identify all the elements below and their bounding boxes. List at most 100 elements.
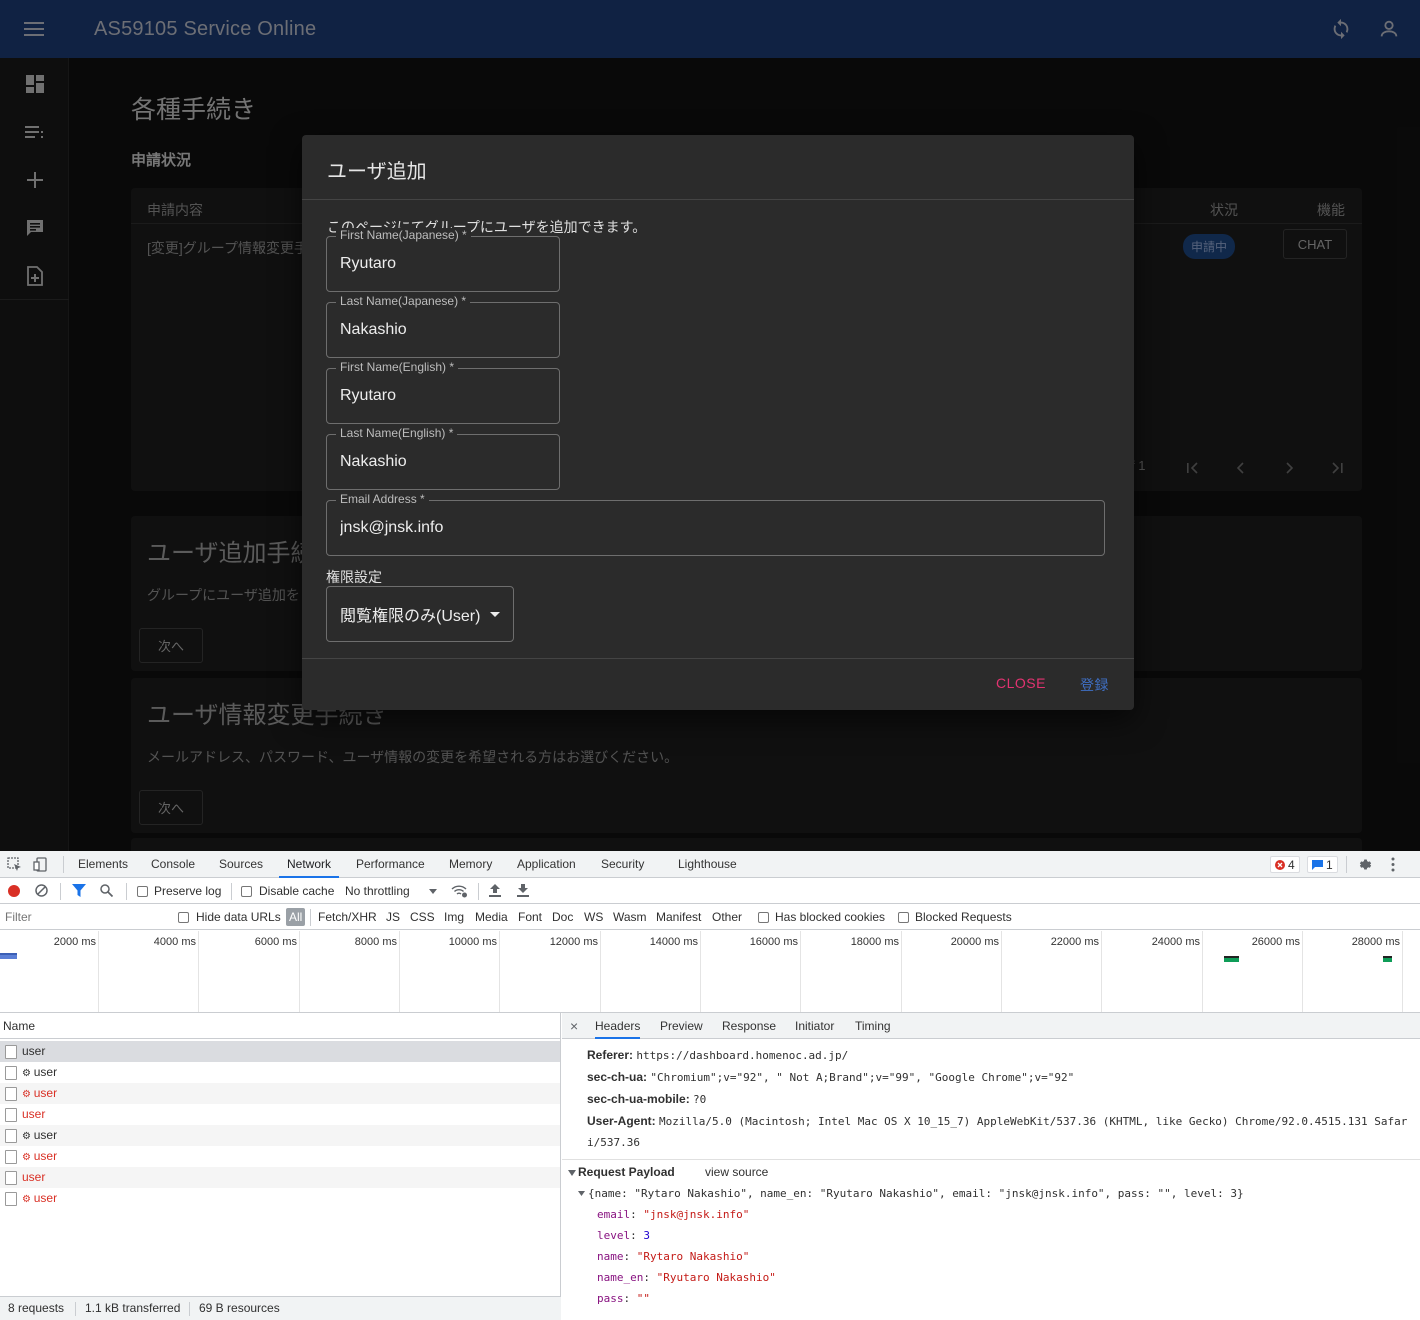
- submit-button[interactable]: 登録: [1080, 675, 1109, 695]
- timeline-gridline: [800, 931, 801, 1012]
- header-value: "Chromium";v="92", " Not A;Brand";v="99"…: [650, 1071, 1075, 1084]
- record-icon[interactable]: [8, 885, 20, 897]
- email-field: Email Address *: [326, 492, 1105, 556]
- hide-data-urls-label: Hide data URLs: [196, 910, 281, 924]
- blocked-requests-checkbox[interactable]: [898, 912, 909, 923]
- section-divider: [562, 1159, 1420, 1160]
- payload-property: pass: "": [597, 1292, 650, 1305]
- expand-triangle-icon[interactable]: [578, 1191, 585, 1196]
- timeline-gridline: [600, 931, 601, 1012]
- request-count: 8 requests: [8, 1301, 65, 1315]
- request-name: user: [33, 1065, 58, 1079]
- close-detail-icon[interactable]: ×: [570, 1018, 578, 1034]
- has-blocked-cookies-checkbox[interactable]: [758, 912, 769, 923]
- detail-tab-initiator[interactable]: Initiator: [795, 1013, 834, 1039]
- request-row[interactable]: ⚙ user: [0, 1188, 560, 1209]
- clear-icon[interactable]: [35, 884, 48, 900]
- request-name: user: [33, 1086, 58, 1100]
- preserve-log-checkbox[interactable]: [137, 886, 148, 897]
- payload-value: "jnsk@jnsk.info": [643, 1208, 750, 1221]
- type-filter-img[interactable]: Img: [444, 910, 464, 924]
- network-status-bar: 8 requests 1.1 kB transferred 69 B resou…: [0, 1296, 561, 1320]
- export-har-icon[interactable]: [517, 884, 529, 900]
- request-row[interactable]: ⚙ user: [0, 1125, 560, 1146]
- last-name-japanese-input[interactable]: [340, 303, 546, 357]
- toolbar-separator: [60, 883, 61, 900]
- network-conditions-icon[interactable]: [451, 884, 468, 901]
- request-name: user: [22, 1170, 46, 1184]
- inspect-element-icon[interactable]: [7, 857, 22, 875]
- payload-key: pass: [597, 1292, 624, 1305]
- device-toolbar-icon[interactable]: [33, 857, 48, 875]
- error-count-badge[interactable]: 4: [1270, 856, 1300, 873]
- tab-console[interactable]: Console: [151, 851, 195, 878]
- tab-security[interactable]: Security: [601, 851, 644, 878]
- more-options-icon[interactable]: [1390, 857, 1396, 875]
- first-name-japanese-input[interactable]: [340, 237, 546, 291]
- timeline-gridline: [299, 931, 300, 1012]
- message-count-badge[interactable]: 1: [1307, 856, 1338, 873]
- name-column-header[interactable]: Name: [0, 1013, 561, 1039]
- close-button[interactable]: CLOSE: [996, 675, 1046, 691]
- request-type-icon: [5, 1108, 17, 1122]
- request-row[interactable]: user: [0, 1167, 560, 1188]
- type-filter-other[interactable]: Other: [712, 910, 742, 924]
- request-row[interactable]: ⚙ user: [0, 1146, 560, 1167]
- first-name-english-input[interactable]: [340, 369, 546, 423]
- import-har-icon[interactable]: [489, 884, 501, 900]
- search-icon[interactable]: [100, 884, 114, 900]
- timeline-tick: 4000 ms: [153, 936, 196, 948]
- view-source-link[interactable]: view source: [705, 1165, 768, 1179]
- tab-network[interactable]: Network: [279, 851, 340, 878]
- has-blocked-cookies-label: Has blocked cookies: [775, 910, 886, 924]
- timeline-gridline: [98, 931, 99, 1012]
- network-overview-timeline[interactable]: 2000 ms 4000 ms 6000 ms 8000 ms 10000 ms…: [0, 931, 1420, 1013]
- type-filter-css[interactable]: CSS: [410, 910, 435, 924]
- detail-tab-headers[interactable]: Headers: [595, 1013, 641, 1039]
- permission-select[interactable]: 閲覧権限のみ(User): [326, 586, 514, 642]
- request-payload-title[interactable]: Request Payload: [578, 1165, 675, 1179]
- timeline-tick: 20000 ms: [950, 936, 999, 948]
- filter-bar: Hide data URLs All Fetch/XHR JS CSS Img …: [0, 904, 1420, 930]
- timeline-tick: 6000 ms: [254, 936, 297, 948]
- last-name-english-input[interactable]: [340, 435, 546, 489]
- type-filter-manifest[interactable]: Manifest: [656, 910, 701, 924]
- tab-application[interactable]: Application: [517, 851, 576, 878]
- type-filter-font[interactable]: Font: [518, 910, 542, 924]
- tab-memory[interactable]: Memory: [449, 851, 492, 878]
- request-row[interactable]: user: [0, 1104, 560, 1125]
- request-row[interactable]: ⚙ user: [0, 1083, 560, 1104]
- type-filter-js[interactable]: JS: [386, 910, 400, 924]
- disable-cache-checkbox[interactable]: [241, 886, 252, 897]
- detail-tab-timing[interactable]: Timing: [855, 1013, 891, 1039]
- hide-data-urls-checkbox[interactable]: [178, 912, 189, 923]
- type-filter-ws[interactable]: WS: [584, 910, 603, 924]
- request-detail-pane: × Headers Preview Response Initiator Tim…: [562, 1013, 1420, 1320]
- detail-tab-bar: × Headers Preview Response Initiator Tim…: [562, 1013, 1420, 1039]
- type-filter-fetch-xhr[interactable]: Fetch/XHR: [318, 910, 377, 924]
- settings-gear-icon[interactable]: [1358, 857, 1373, 875]
- timeline-gridline: [1402, 931, 1403, 1012]
- filter-input[interactable]: [2, 907, 164, 927]
- request-row[interactable]: ⚙ user: [0, 1062, 560, 1083]
- type-filter-doc[interactable]: Doc: [552, 910, 573, 924]
- throttling-select[interactable]: No throttling: [345, 884, 410, 898]
- payload-colon: :: [623, 1292, 637, 1305]
- tab-sources[interactable]: Sources: [219, 851, 263, 878]
- expand-triangle-icon[interactable]: [568, 1170, 576, 1176]
- tab-elements[interactable]: Elements: [78, 851, 128, 878]
- detail-tab-preview[interactable]: Preview: [660, 1013, 703, 1039]
- tab-performance[interactable]: Performance: [356, 851, 425, 878]
- last-name-japanese-field: Last Name(Japanese) *: [326, 294, 560, 358]
- payload-property: name: "Rytaro Nakashio": [597, 1250, 749, 1263]
- app-window: AS59105 Service Online 各種手続き 申請状況 申請内容 状…: [0, 0, 1420, 851]
- email-input[interactable]: [340, 501, 1091, 555]
- tab-lighthouse[interactable]: Lighthouse: [678, 851, 737, 878]
- filter-icon[interactable]: [72, 884, 86, 900]
- request-row[interactable]: user: [0, 1041, 560, 1062]
- type-filter-all[interactable]: All: [286, 908, 306, 926]
- add-user-dialog: ユーザ追加 このページにてグループにユーザを追加できます。 First Name…: [302, 135, 1134, 710]
- type-filter-media[interactable]: Media: [475, 910, 508, 924]
- detail-tab-response[interactable]: Response: [722, 1013, 776, 1039]
- type-filter-wasm[interactable]: Wasm: [613, 910, 647, 924]
